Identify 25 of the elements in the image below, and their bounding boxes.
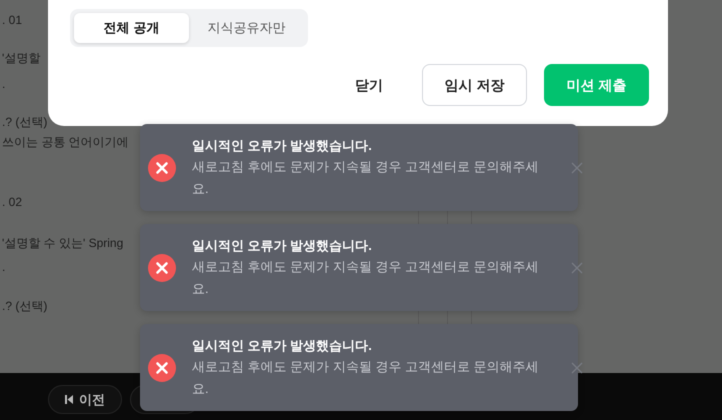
page-text: .? (선택) (2, 298, 48, 314)
previous-button[interactable]: 이전 (48, 385, 122, 414)
page-text: . 02 (2, 194, 22, 210)
toast-message: 새로고침 후에도 문제가 지속될 경우 고객센터로 문의해주세요. (192, 158, 540, 198)
error-icon (148, 154, 176, 182)
page-text: . 01 (2, 12, 22, 28)
error-icon (148, 254, 176, 282)
toast-title: 일시적인 오류가 발생했습니다. (192, 336, 373, 354)
close-button[interactable]: 닫기 (333, 64, 405, 106)
skip-back-icon (65, 395, 73, 404)
page-text: . (2, 259, 6, 275)
toast-title: 일시적인 오류가 발생했습니다. (192, 236, 373, 254)
visibility-tab[interactable]: 지식공유자만 (189, 13, 304, 43)
toast-message: 새로고침 후에도 문제가 지속될 경우 고객센터로 문의해주세요. (192, 258, 540, 298)
save-draft-button[interactable]: 임시 저장 (422, 64, 527, 106)
page-text: '설명할 (2, 50, 40, 66)
close-button[interactable] (570, 360, 584, 374)
toast-title: 일시적인 오류가 발생했습니다. (192, 136, 373, 154)
toast-message: 새로고침 후에도 문제가 지속될 경우 고객센터로 문의해주세요. (192, 358, 540, 398)
page-text: '설명할 수 있는' Spring (2, 235, 124, 251)
visibility-tab[interactable]: 전체 공개 (74, 13, 189, 43)
page-text: 쓰이는 공통 언어이기에 (2, 134, 129, 150)
error-icon (148, 354, 176, 382)
page-text: .? (선택) (2, 114, 48, 130)
page-text: . (2, 76, 6, 92)
